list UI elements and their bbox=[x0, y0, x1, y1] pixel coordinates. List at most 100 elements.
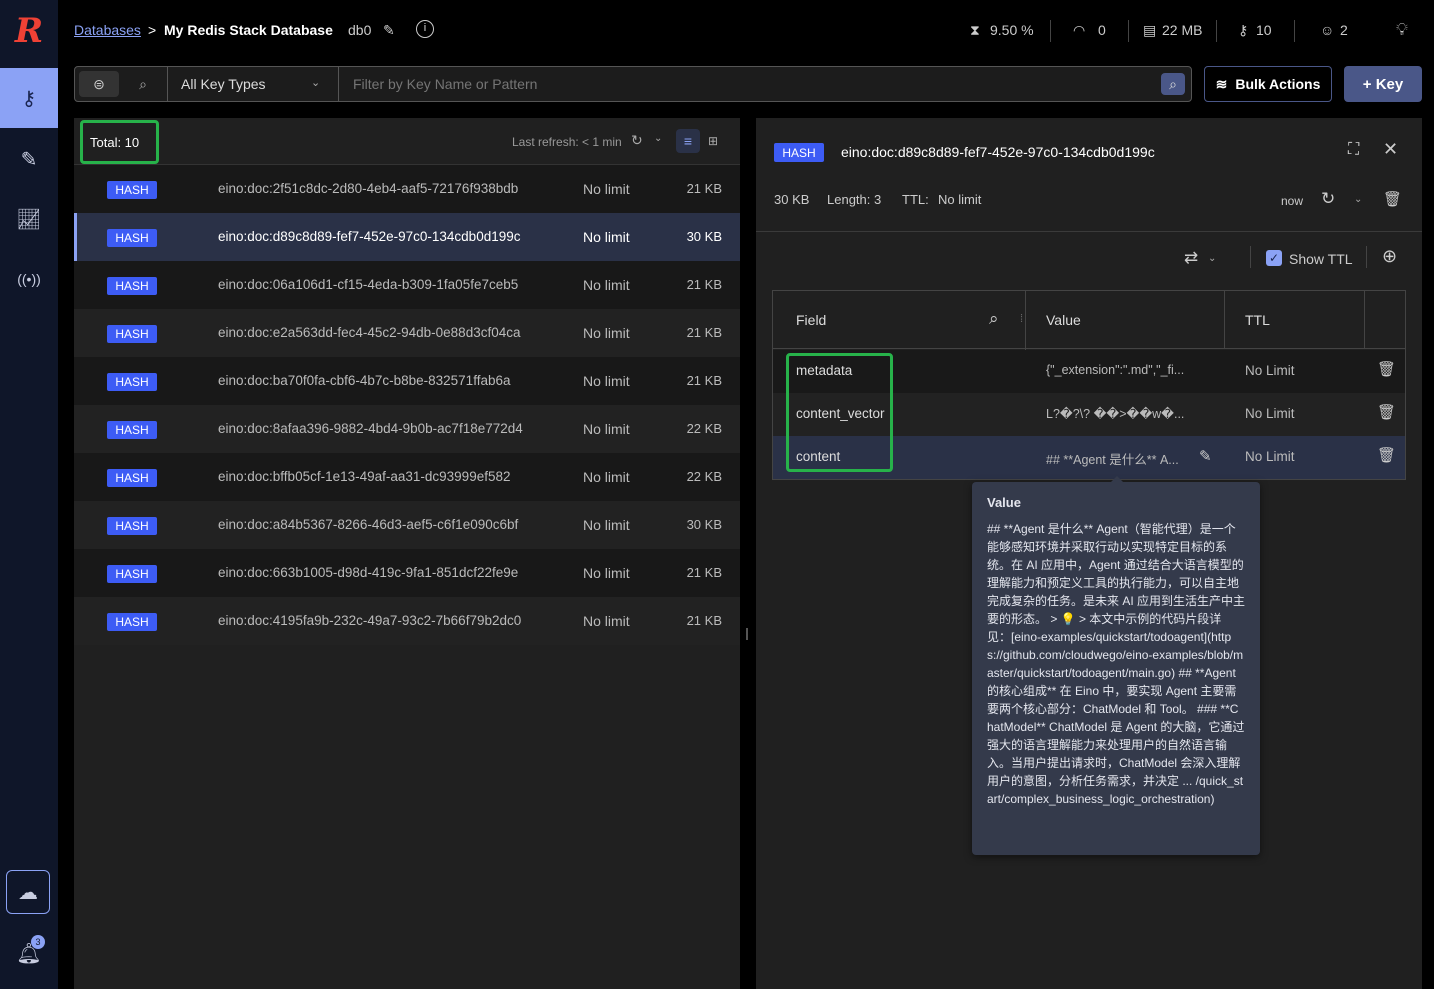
key-type-badge: HASH bbox=[107, 565, 157, 583]
bulk-actions-button[interactable]: ≋ Bulk Actions bbox=[1204, 66, 1332, 102]
edit-pencil-icon[interactable]: ✎ bbox=[1199, 447, 1212, 465]
keys-icon: ⚷ bbox=[1238, 22, 1249, 38]
memory-icon: ▤ bbox=[1143, 22, 1157, 38]
notification-count: 3 bbox=[31, 935, 45, 949]
edit-pencil-icon[interactable]: ✎ bbox=[383, 22, 395, 39]
auto-refresh-chevron-icon[interactable]: ⌄ bbox=[654, 133, 662, 144]
key-list-row[interactable]: HASH eino:doc:663b1005-d98d-419c-9fa1-851… bbox=[74, 549, 740, 597]
key-name: eino:doc:ba70f0fa-cbf6-4b7c-b8be-832571f… bbox=[218, 373, 511, 388]
close-icon[interactable]: ✕ bbox=[1383, 139, 1398, 160]
delete-key-icon[interactable]: 🗑︎ bbox=[1383, 190, 1402, 208]
delete-field-icon[interactable]: 🗑︎ bbox=[1377, 446, 1396, 464]
filter-bar: ⊜ ⌕ All Key Types ⌄ ⌕ bbox=[74, 66, 1192, 102]
key-ttl: No limit bbox=[583, 181, 630, 197]
show-ttl-checkbox[interactable]: ✓ bbox=[1266, 250, 1282, 266]
pubsub-icon[interactable]: ((•)) bbox=[0, 250, 58, 308]
analytics-icon[interactable]: 📈︎ bbox=[0, 190, 58, 248]
key-list-panel: Total: 10 Last refresh: < 1 min ↻ ⌄ ≡ ⊞ … bbox=[74, 118, 740, 989]
info-icon[interactable]: i bbox=[416, 20, 434, 38]
key-ttl: No limit bbox=[583, 517, 630, 533]
show-ttl-label[interactable]: Show TTL bbox=[1289, 251, 1353, 267]
key-list-row[interactable]: HASH eino:doc:d89c8d89-fef7-452e-97c0-134… bbox=[74, 213, 740, 261]
lightbulb-icon[interactable]: 💡︎ bbox=[1396, 20, 1408, 40]
notification-bell-icon[interactable]: 🔔︎ 3 bbox=[0, 924, 58, 982]
clients-stat: 2 bbox=[1340, 22, 1348, 38]
key-length: Length: 3 bbox=[827, 192, 882, 207]
key-type-select[interactable]: All Key Types ⌄ bbox=[168, 67, 338, 101]
key-list-row[interactable]: HASH eino:doc:a84b5367-8266-46d3-aef5-c6f… bbox=[74, 501, 740, 549]
selected-indicator bbox=[74, 213, 77, 261]
tooltip-text: ## **Agent 是什么** Agent（智能代理）是一个能够感知环境并采取… bbox=[987, 522, 1246, 806]
key-list-row[interactable]: HASH eino:doc:bffb05cf-1e13-49af-aa31-dc9… bbox=[74, 453, 740, 501]
ttl-value[interactable]: No limit bbox=[938, 192, 981, 207]
key-name: eino:doc:06a106d1-cf15-4eda-b309-1fa05fe… bbox=[218, 277, 519, 292]
key-size: 30 KB bbox=[686, 517, 722, 532]
key-list-row[interactable]: HASH eino:doc:06a106d1-cf15-4eda-b309-1fa… bbox=[74, 261, 740, 309]
key-size: 21 KB bbox=[686, 613, 722, 628]
key-size: 21 KB bbox=[686, 373, 722, 388]
ttl-column-header: TTL bbox=[1245, 312, 1270, 328]
field-value[interactable]: {"_extension":".md","_fi... bbox=[1046, 363, 1184, 377]
search-icon[interactable]: ⌕ bbox=[1161, 73, 1185, 95]
sidebar: R ⚷ ✎ 📈︎ ((•)) ☁ 🔔︎ 3 bbox=[0, 0, 58, 989]
format-switch-icon[interactable]: ⇄ bbox=[1184, 248, 1198, 268]
memory-stat: 22 MB bbox=[1162, 22, 1203, 38]
field-value[interactable]: ## **Agent 是什么** A... bbox=[1046, 449, 1179, 468]
list-view-icon[interactable]: ≡ bbox=[676, 129, 700, 153]
key-ttl: No limit bbox=[583, 421, 630, 437]
db-index: db0 bbox=[348, 22, 372, 38]
chevron-down-icon[interactable]: ⌄ bbox=[1208, 253, 1216, 264]
redis-logo[interactable]: R bbox=[0, 2, 58, 60]
cpu-stat: 9.50 % bbox=[990, 22, 1034, 38]
panel-resize-handle[interactable] bbox=[746, 628, 748, 640]
chevron-down-icon: ⌄ bbox=[311, 77, 321, 89]
key-size: 30 KB bbox=[686, 229, 722, 244]
key-list-row[interactable]: HASH eino:doc:ba70f0fa-cbf6-4b7c-b8be-832… bbox=[74, 357, 740, 405]
key-name: eino:doc:e2a563dd-fec4-45c2-94db-0e88d3c… bbox=[218, 325, 521, 340]
key-name: eino:doc:d89c8d89-fef7-452e-97c0-134cdb0… bbox=[218, 229, 521, 244]
cloud-icon[interactable]: ☁ bbox=[6, 870, 50, 914]
key-size: 21 KB bbox=[686, 181, 722, 196]
key-name: eino:doc:4195fa9b-232c-49a7-93c2-7b66f79… bbox=[218, 613, 522, 628]
key-size: 30 KB bbox=[774, 192, 810, 207]
key-type-badge: HASH bbox=[107, 613, 157, 631]
key-ttl: No limit bbox=[583, 613, 630, 629]
key-type-badge: HASH bbox=[774, 143, 824, 162]
total-highlight-box bbox=[80, 120, 159, 164]
field-ttl[interactable]: No Limit bbox=[1245, 449, 1295, 464]
search-field-icon[interactable]: ⌕ bbox=[989, 309, 999, 329]
key-list-row[interactable]: HASH eino:doc:e2a563dd-fec4-45c2-94db-0e8… bbox=[74, 309, 740, 357]
field-value[interactable]: L?�?\? ��>��w�... bbox=[1046, 406, 1184, 421]
key-filter-input[interactable] bbox=[339, 67, 1149, 101]
add-field-icon[interactable]: ⊕ bbox=[1382, 246, 1397, 267]
key-ttl: No limit bbox=[583, 373, 630, 389]
add-key-button[interactable]: + Key bbox=[1344, 66, 1422, 102]
delete-field-icon[interactable]: 🗑︎ bbox=[1377, 403, 1396, 421]
key-name: eino:doc:bffb05cf-1e13-49af-aa31-dc93999… bbox=[218, 469, 511, 484]
cpu-icon: ⧗ bbox=[970, 22, 980, 38]
key-type-badge: HASH bbox=[107, 277, 157, 295]
tree-view-icon[interactable]: ⊞ bbox=[701, 129, 725, 153]
chevron-down-icon[interactable]: ⌄ bbox=[1354, 194, 1362, 205]
workbench-edit-icon[interactable]: ✎ bbox=[0, 130, 58, 188]
key-size: 22 KB bbox=[686, 421, 722, 436]
filter-mode-icon[interactable]: ⊜ bbox=[79, 71, 119, 97]
fullscreen-icon[interactable]: ⛶ bbox=[1348, 141, 1359, 159]
field-ttl[interactable]: No Limit bbox=[1245, 363, 1295, 378]
key-size: 21 KB bbox=[686, 565, 722, 580]
search-mode-icon[interactable]: ⌕ bbox=[123, 71, 163, 97]
field-ttl[interactable]: No Limit bbox=[1245, 406, 1295, 421]
key-list-row[interactable]: HASH eino:doc:2f51c8dc-2d80-4eb4-aaf5-721… bbox=[74, 165, 740, 213]
refresh-icon[interactable]: ↻ bbox=[631, 132, 643, 149]
key-list-row[interactable]: HASH eino:doc:4195fa9b-232c-49a7-93c2-7b6… bbox=[74, 597, 740, 645]
key-list-row[interactable]: HASH eino:doc:8afaa396-9882-4bd4-9b0b-ac7… bbox=[74, 405, 740, 453]
key-name[interactable]: eino:doc:d89c8d89-fef7-452e-97c0-134cdb0… bbox=[841, 144, 1155, 160]
browser-key-icon[interactable]: ⚷ bbox=[0, 68, 58, 128]
ops-stat: 0 bbox=[1098, 22, 1106, 38]
column-resize-handle[interactable]: ⁞ bbox=[1020, 313, 1023, 325]
delete-field-icon[interactable]: 🗑︎ bbox=[1377, 360, 1396, 378]
breadcrumb-databases-link[interactable]: Databases bbox=[74, 22, 141, 38]
key-name: eino:doc:8afaa396-9882-4bd4-9b0b-ac7f18e… bbox=[218, 421, 523, 436]
refresh-icon[interactable]: ↻ bbox=[1321, 189, 1335, 209]
key-type-badge: HASH bbox=[107, 229, 157, 247]
